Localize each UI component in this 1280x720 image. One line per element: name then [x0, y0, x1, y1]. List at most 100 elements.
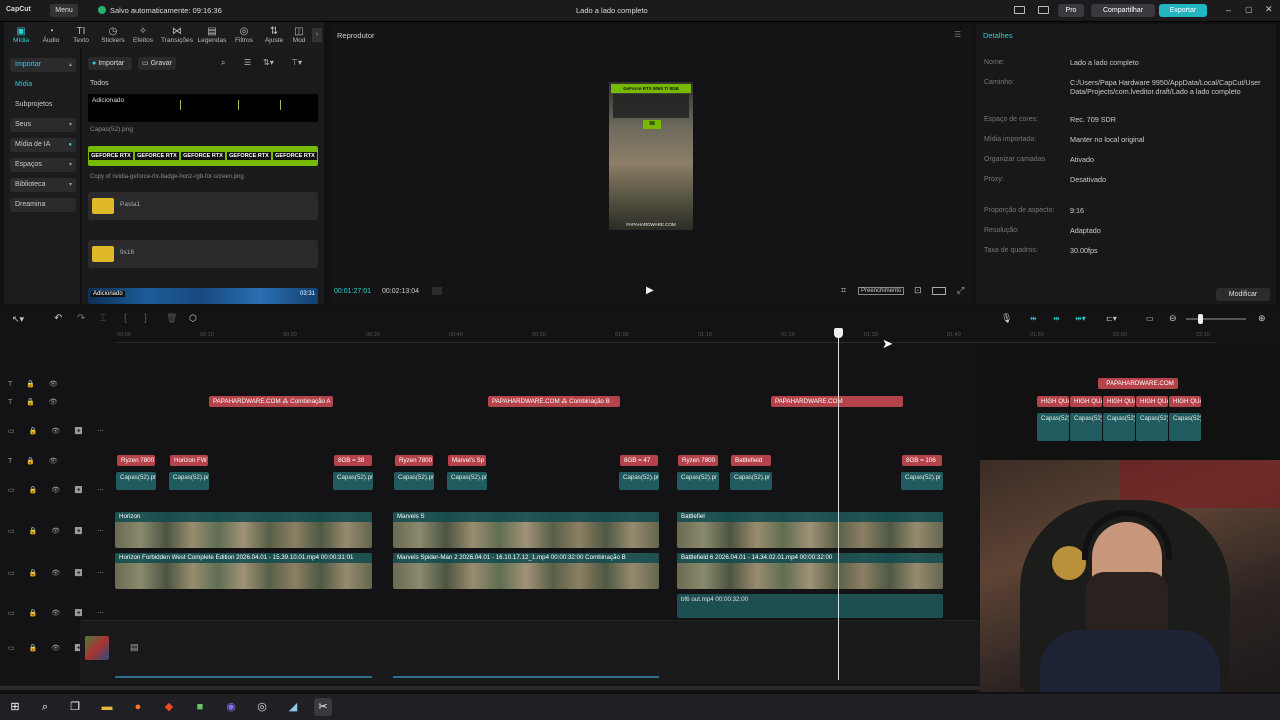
delete-icon[interactable]: 🗑: [166, 313, 177, 324]
obs-icon[interactable]: ◎: [253, 698, 271, 716]
tool-media[interactable]: ▣ Mídia: [6, 26, 36, 44]
firefox-icon[interactable]: ●: [129, 698, 147, 716]
trim-left-icon[interactable]: [: [124, 313, 127, 324]
play-icon[interactable]: ▶: [646, 285, 654, 296]
folder-pasta1[interactable]: Pasta1: [88, 192, 318, 220]
sidebar-item-media[interactable]: Mídia: [10, 78, 76, 92]
caps-clip[interactable]: Capas(52).pr: [333, 472, 373, 490]
caps-clip[interactable]: Capas(52).pr: [730, 472, 772, 490]
brave-icon[interactable]: ◆: [160, 698, 178, 716]
zoom-out-icon[interactable]: ⊖: [1169, 313, 1177, 324]
label-clip[interactable]: Ryzen 7800: [395, 455, 433, 466]
close-icon[interactable]: ✕: [1265, 4, 1273, 15]
select-tool-icon[interactable]: ↖▾: [12, 314, 24, 325]
sidebar-item-subprojects[interactable]: Subprojetos: [10, 98, 76, 112]
label-clip[interactable]: 8GB = 47: [620, 455, 658, 466]
caps-clip[interactable]: Capas(52): [1169, 413, 1201, 441]
cover-icon[interactable]: ▤: [130, 642, 139, 653]
caps-clip[interactable]: Capas(52).pr: [619, 472, 659, 490]
video-clip-segments[interactable]: Battlefiel: [677, 512, 943, 548]
tool-captions[interactable]: ▤ Legendas: [197, 26, 227, 44]
label-clip[interactable]: HIGH QUA: [1169, 396, 1201, 407]
caps-clip[interactable]: Capas(52): [1136, 413, 1168, 441]
magnet-icon[interactable]: ⇹: [1053, 314, 1060, 323]
caps-clip[interactable]: Capas(52): [1070, 413, 1102, 441]
label-clip[interactable]: Ryzen 7800: [678, 455, 718, 466]
playhead-handle[interactable]: [834, 328, 843, 338]
filter-icon[interactable]: ⊤▾: [291, 58, 302, 67]
video-clip[interactable]: Battlefield 6 2026.04.01 - 14.34.02.01.m…: [677, 553, 943, 589]
link-icon[interactable]: ⇹▾: [1075, 314, 1086, 323]
text-clip[interactable]: PAPAHARDWARE.COM ⁂ Combinação A: [209, 396, 333, 407]
label-clip[interactable]: 8GB = 38: [334, 455, 372, 466]
tool-audio[interactable]: ◔ Áudio: [36, 26, 66, 44]
zoom-in-icon[interactable]: ⊕: [1258, 313, 1266, 324]
video-clip-segments[interactable]: Horizon: [115, 512, 372, 548]
app-icon[interactable]: ■: [191, 698, 209, 716]
crop-icon[interactable]: ⌗: [841, 285, 846, 296]
undo-icon[interactable]: ↶: [54, 313, 62, 324]
media-item-audio[interactable]: Adicionado 03:31: [88, 288, 318, 304]
label-clip[interactable]: Marvel's Sp: [448, 455, 486, 466]
sidebar-item-library[interactable]: Biblioteca ▾: [10, 178, 76, 192]
filter-all[interactable]: Todos: [90, 80, 109, 87]
video-clip[interactable]: Horizon Forbidden West Complete Edition …: [115, 553, 372, 589]
main-track[interactable]: [80, 620, 980, 684]
label-clip[interactable]: 8GB = 106: [902, 455, 942, 466]
list-view-icon[interactable]: ☰: [244, 58, 251, 67]
marker-icon[interactable]: ⬡: [189, 313, 197, 324]
player-menu-icon[interactable]: ☰: [954, 30, 961, 39]
pro-badge[interactable]: Pro: [1058, 4, 1084, 17]
tool-effects[interactable]: ✧ Efeitos: [128, 26, 158, 44]
sidebar-item-dreamina[interactable]: Dreamina: [10, 198, 76, 212]
export-button[interactable]: Exportar: [1159, 4, 1207, 17]
toolbar-scroll-right-icon[interactable]: ›: [312, 28, 322, 42]
caps-clip[interactable]: Capas(52).pr: [901, 472, 943, 490]
modify-button[interactable]: Modificar: [1216, 288, 1270, 301]
label-clip[interactable]: HIGH QUA: [1070, 396, 1102, 407]
keyboard-icon[interactable]: [1038, 6, 1049, 14]
fullscreen-icon[interactable]: ⤢: [957, 285, 964, 296]
tool-transitions[interactable]: ⋈ Transições: [161, 26, 193, 44]
caps-clip[interactable]: Capas(52).pr: [169, 472, 209, 490]
tool-text[interactable]: TI Texto: [66, 26, 96, 44]
caps-clip[interactable]: Capas(52).pr: [116, 472, 156, 490]
label-clip[interactable]: HIGH QUA: [1103, 396, 1135, 407]
split-icon[interactable]: ⌶: [100, 313, 106, 324]
video-clip-segments[interactable]: Marvels S: [393, 512, 659, 548]
discord-icon[interactable]: ◉: [222, 698, 240, 716]
minimize-icon[interactable]: –: [1226, 5, 1231, 15]
label-clip[interactable]: Horizon FW: [170, 455, 208, 466]
cover-thumbnail[interactable]: [85, 636, 109, 660]
trim-right-icon[interactable]: ]: [144, 313, 147, 324]
sidebar-item-import[interactable]: Importar ▴: [10, 58, 76, 72]
text-clip[interactable]: PAPAHARDWARE.COM: [771, 396, 903, 407]
share-button[interactable]: Compartilhar: [1091, 4, 1155, 17]
redo-icon[interactable]: ↷: [77, 313, 85, 324]
media-item-capas[interactable]: Adicionado: [88, 94, 318, 122]
screenshot-icon[interactable]: ⊡: [914, 285, 922, 296]
folder-9x16[interactable]: 9x16: [88, 240, 318, 268]
horizontal-scrollbar[interactable]: [0, 686, 980, 690]
video-clip[interactable]: Marvels Spider-Man 2 2026.04.01 - 16.10.…: [393, 553, 659, 589]
search-icon[interactable]: ⌕: [36, 698, 54, 716]
sidebar-item-yours[interactable]: Seus ▾: [10, 118, 76, 132]
caps-clip[interactable]: Capas(52).pr: [447, 472, 487, 490]
record-button[interactable]: ▭ Gravar: [138, 57, 176, 70]
app2-icon[interactable]: ◢: [284, 698, 302, 716]
taskview-icon[interactable]: ❐: [66, 698, 84, 716]
capcut-icon[interactable]: ✂: [314, 698, 332, 716]
label-clip[interactable]: HIGH QUA: [1037, 396, 1069, 407]
zoom-slider[interactable]: [1186, 318, 1246, 320]
microphone-icon[interactable]: 🎙: [1001, 313, 1012, 324]
label-clip[interactable]: HIGH QUA: [1136, 396, 1168, 407]
video-clip[interactable]: bf6 out.mp4 00:00:32:00: [677, 594, 943, 618]
import-button[interactable]: ● Importar: [88, 57, 132, 70]
layout-icon[interactable]: [1014, 6, 1025, 14]
subtitle-icon[interactable]: ▭: [1146, 314, 1154, 323]
menu-button[interactable]: Menu: [50, 4, 78, 17]
caps-clip[interactable]: Capas(52): [1037, 413, 1069, 441]
preview-axis-icon[interactable]: ⊏▾: [1106, 314, 1117, 323]
text-clip[interactable]: PAPAHARDWARE.COM: [1098, 378, 1178, 389]
link-main-icon[interactable]: ⇹: [1030, 314, 1037, 323]
